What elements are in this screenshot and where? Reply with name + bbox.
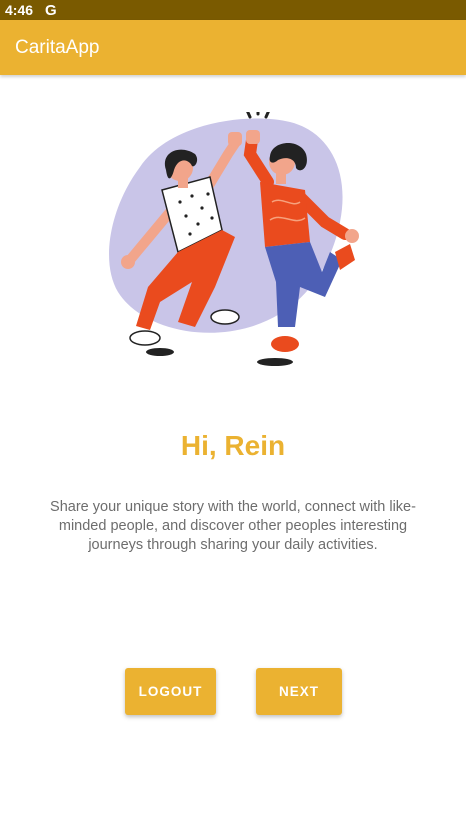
logout-button[interactable]: LOGOUT xyxy=(125,668,216,715)
greeting-title: Hi, Rein xyxy=(180,430,286,461)
next-button[interactable]: NEXT xyxy=(256,668,342,715)
left-person xyxy=(121,132,242,356)
welcome-screen: 4:46 G CaritaApp Hi, Rein Share your uni… xyxy=(0,0,466,826)
status-time: 4:46 xyxy=(5,2,34,18)
welcome-description: Share your unique story with the world, … xyxy=(50,499,416,553)
high-five-illustration xyxy=(109,112,359,366)
app-title: CaritaApp xyxy=(15,36,100,58)
status-bar: 4:46 G xyxy=(0,0,466,20)
google-notification-icon: G xyxy=(45,1,57,19)
burst-lines xyxy=(246,112,270,119)
app-bar: CaritaApp xyxy=(0,20,466,75)
